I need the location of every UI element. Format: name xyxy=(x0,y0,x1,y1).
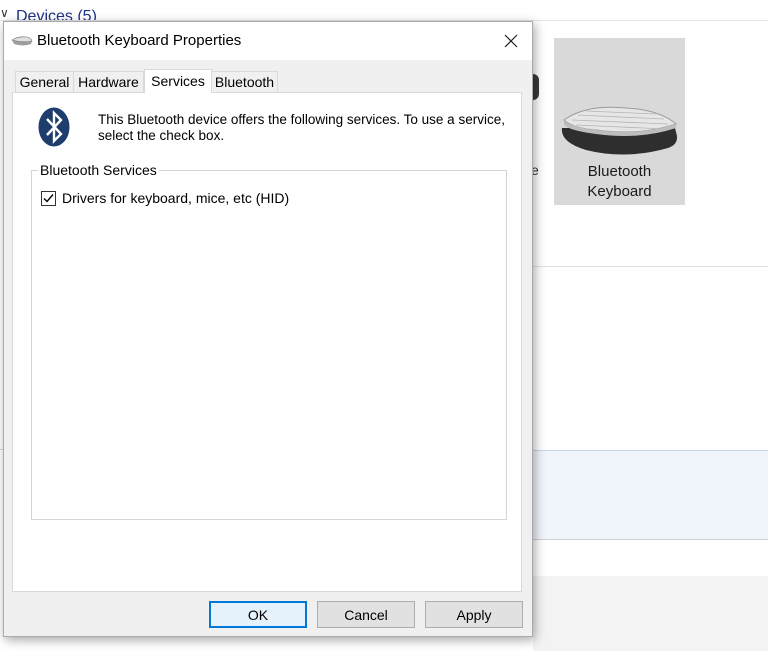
services-tab-panel: This Bluetooth device offers the followi… xyxy=(12,92,522,592)
keyboard-icon xyxy=(11,36,33,46)
group-label: Bluetooth Services xyxy=(38,162,159,178)
chevron-down-icon: ∨ xyxy=(0,6,9,20)
tab-general[interactable]: General xyxy=(15,71,74,93)
details-pane xyxy=(533,450,768,540)
bluetooth-icon xyxy=(38,107,70,147)
device-tile-bluetooth-keyboard[interactable]: Bluetooth Keyboard xyxy=(554,38,685,205)
status-strip xyxy=(533,576,768,651)
bluetooth-services-group: Bluetooth Services Drivers for keyboard,… xyxy=(31,162,507,520)
ok-button[interactable]: OK xyxy=(209,601,307,628)
properties-dialog: Bluetooth Keyboard Properties General Ha… xyxy=(3,21,533,637)
device-tile-label: Bluetooth Keyboard xyxy=(587,163,652,200)
apply-button[interactable]: Apply xyxy=(425,601,523,628)
dialog-title: Bluetooth Keyboard Properties xyxy=(37,32,242,49)
tab-services[interactable]: Services xyxy=(144,69,212,93)
close-button[interactable] xyxy=(488,22,534,60)
divider xyxy=(533,266,768,267)
close-icon xyxy=(504,34,518,48)
services-description: This Bluetooth device offers the followi… xyxy=(98,112,505,143)
dialog-titlebar[interactable]: Bluetooth Keyboard Properties xyxy=(4,22,532,60)
cancel-button[interactable]: Cancel xyxy=(317,601,415,628)
devices-group-label: Devices (5) xyxy=(16,8,97,21)
checkmark-icon xyxy=(43,193,54,203)
tab-hardware[interactable]: Hardware xyxy=(73,71,144,93)
service-item-hid[interactable]: Drivers for keyboard, mice, etc (HID) xyxy=(41,190,289,206)
service-label: Drivers for keyboard, mice, etc (HID) xyxy=(62,190,290,206)
tab-bluetooth[interactable]: Bluetooth xyxy=(211,71,278,93)
keyboard-device-icon xyxy=(561,106,677,155)
devices-group-header[interactable]: ∨ Devices (5) xyxy=(0,0,768,21)
service-checkbox[interactable] xyxy=(41,190,56,206)
